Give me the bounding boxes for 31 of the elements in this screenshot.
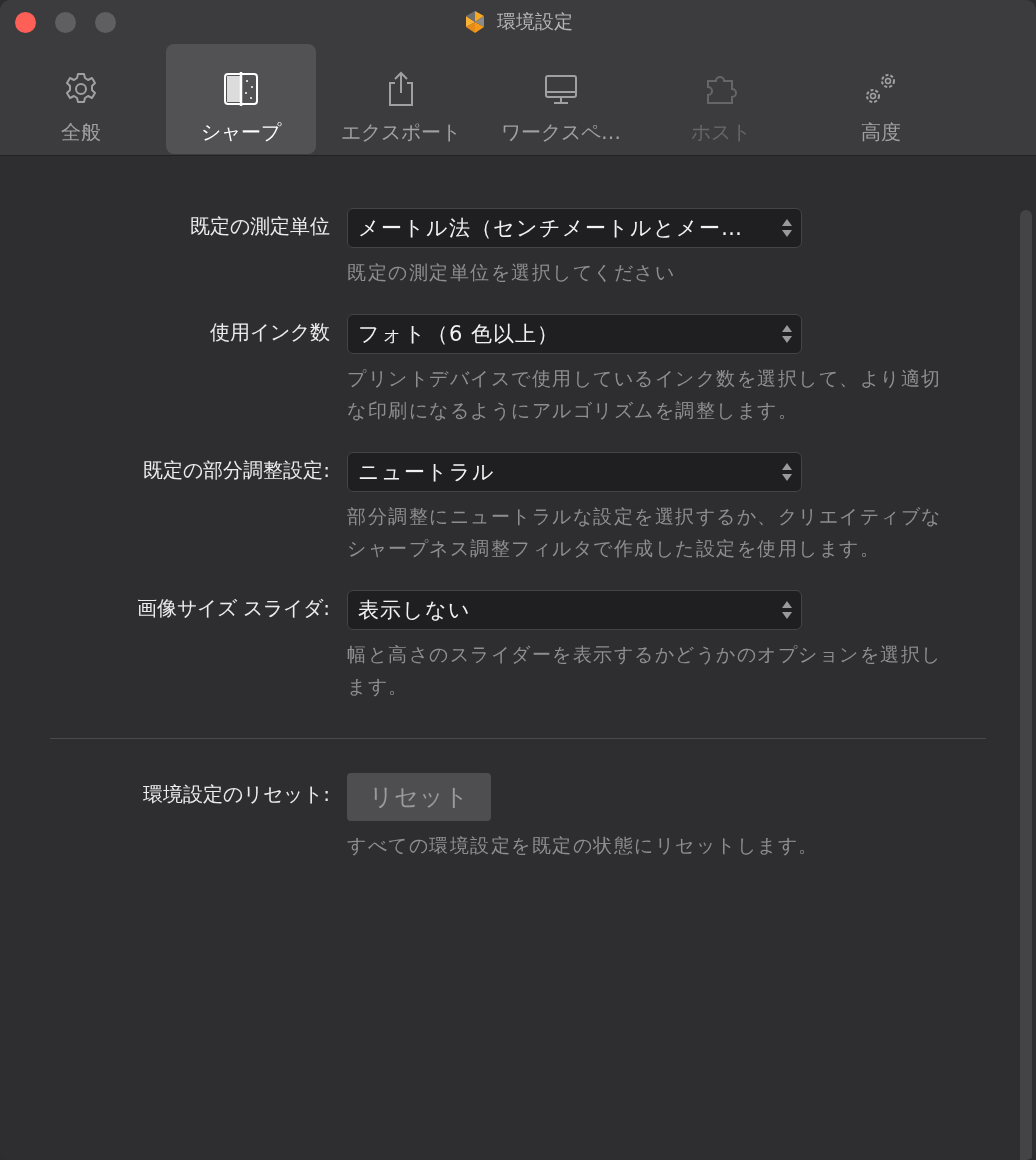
dropdown[interactable]: メートル法（センチメートルとメー…	[347, 208, 802, 248]
dropdown[interactable]: ニュートラル	[347, 452, 802, 492]
split-square-icon	[221, 69, 261, 109]
dropdown[interactable]: 表示しない	[347, 590, 802, 630]
aperture-icon	[463, 10, 487, 34]
stepper-arrows-icon	[781, 462, 793, 482]
setting-label: 環境設定のリセット:	[142, 781, 330, 808]
setting-label: 既定の測定単位	[189, 213, 330, 240]
setting-description: プリントデバイスで使用しているインク数を選択して、より適切な印刷になるようにアルゴリズムを調整します。	[347, 366, 943, 423]
zoom-button[interactable]	[95, 11, 116, 33]
close-button[interactable]	[15, 11, 36, 33]
toolbar-tab[interactable]: 全般	[6, 44, 156, 154]
toolbar-tab[interactable]: ワークスペ…	[486, 44, 636, 154]
setting-description: 幅と高さのスライダーを表示するかどうかのオプションを選択します。	[347, 642, 943, 699]
toolbar-tab[interactable]: 高度	[806, 44, 956, 154]
setting-label: 画像サイズ スライダ:	[135, 595, 330, 622]
setting-label: 既定の部分調整設定:	[142, 457, 330, 484]
stepper-arrows-icon	[781, 218, 793, 238]
reset-button[interactable]: リセット	[347, 773, 491, 821]
setting-description: 既定の測定単位を選択してください	[347, 260, 676, 285]
toolbar-tab[interactable]: エクスポート	[326, 44, 476, 154]
stepper-arrows-icon	[781, 324, 793, 344]
setting-description: 部分調整にニュートラルな設定を選択するか、クリエイティブなシャープネス調整フィルタで作成した設定を使用します。	[347, 504, 943, 561]
window-title: 環境設定	[497, 9, 573, 34]
toolbar-tab[interactable]: シャープ	[166, 44, 316, 154]
setting-description: すべての環境設定を既定の状態にリセットします。	[347, 833, 820, 858]
minimize-button[interactable]	[55, 11, 76, 33]
scrollbar[interactable]	[1020, 210, 1032, 1160]
setting-label: 使用インク数	[209, 319, 330, 346]
stepper-arrows-icon	[781, 600, 793, 620]
dropdown[interactable]: フォト（6 色以上）	[347, 314, 802, 354]
